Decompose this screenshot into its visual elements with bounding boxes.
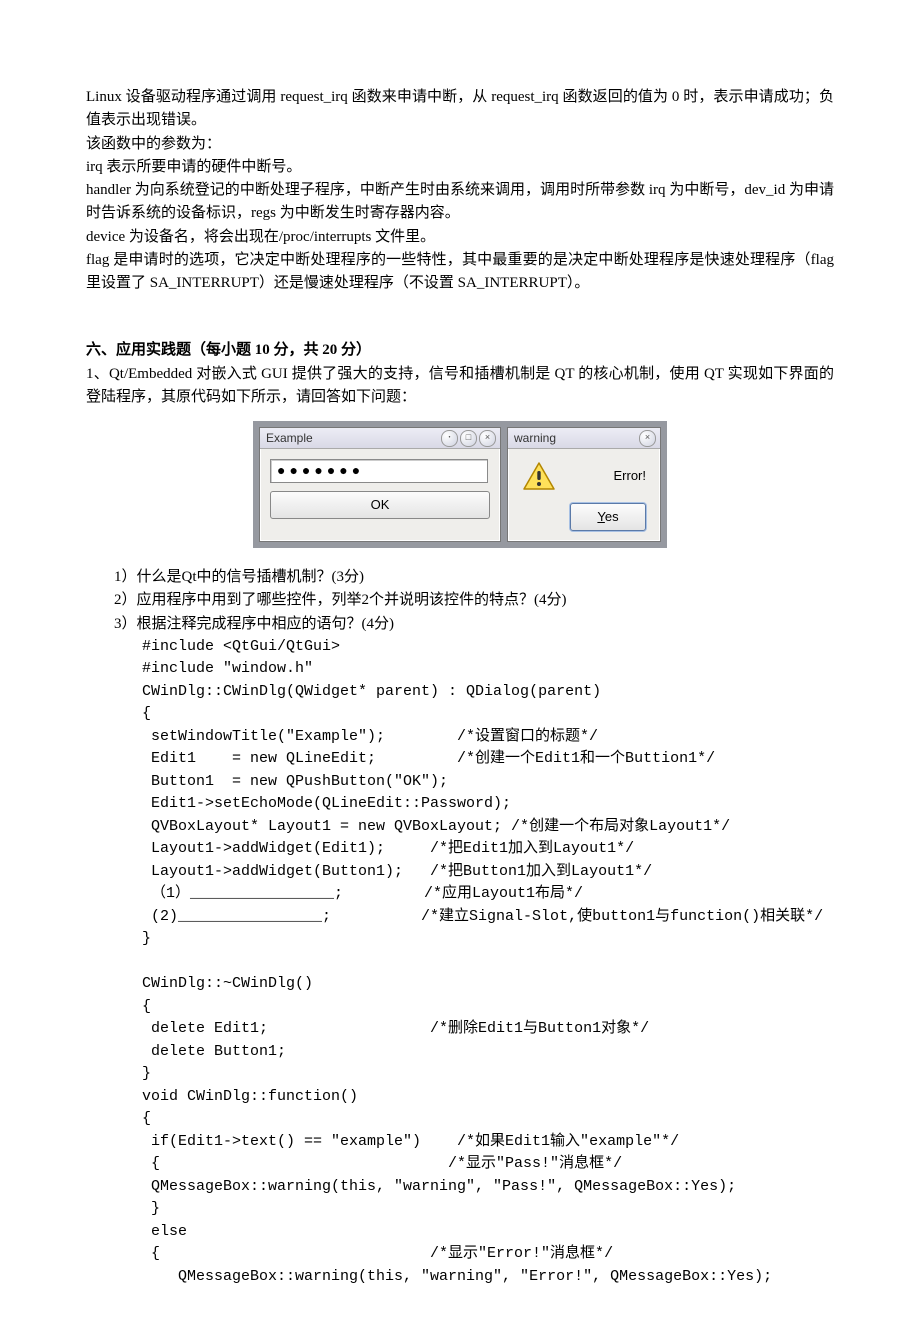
example-window: Example ･ □ × ●●●●●●● OK bbox=[259, 427, 501, 542]
warning-titlebar: warning × bbox=[508, 428, 660, 449]
warning-window: warning × Error! Yes bbox=[507, 427, 661, 542]
yes-button[interactable]: Yes bbox=[570, 503, 646, 531]
intro-p6: flag 是申请时的选项，它决定中断处理程序的一些特性，其中最重要的是决定中断处… bbox=[86, 249, 834, 296]
warning-title: warning bbox=[512, 429, 637, 448]
ok-button[interactable]: OK bbox=[270, 491, 490, 519]
example-title: Example bbox=[264, 429, 439, 448]
maximize-icon[interactable]: □ bbox=[460, 430, 477, 447]
q1-intro: 1、Qt/Embedded 对嵌入式 GUI 提供了强大的支持，信号和插槽机制是… bbox=[86, 363, 834, 410]
section-6-title: 六、应用实践题（每小题 10 分，共 20 分） bbox=[86, 339, 834, 362]
subq-3: 3）根据注释完成程序中相应的语句？(4分) bbox=[86, 613, 834, 636]
intro-p1: Linux 设备驱动程序通过调用 request_irq 函数来申请中断，从 r… bbox=[86, 86, 834, 133]
intro-p5: device 为设备名，将会出现在/proc/interrupts 文件里。 bbox=[86, 226, 834, 249]
subq-2: 2）应用程序中用到了哪些控件，列举2个并说明该控件的特点？(4分) bbox=[86, 589, 834, 612]
warning-close-icon[interactable]: × bbox=[639, 430, 656, 447]
subq-1: 1）什么是Qt中的信号插槽机制？(3分) bbox=[86, 566, 834, 589]
example-titlebar: Example ･ □ × bbox=[260, 428, 500, 449]
warning-triangle-icon bbox=[522, 461, 556, 491]
password-input[interactable]: ●●●●●●● bbox=[270, 459, 488, 483]
qt-screenshot: Example ･ □ × ●●●●●●● OK warning × bbox=[86, 421, 834, 548]
close-icon[interactable]: × bbox=[479, 430, 496, 447]
intro-p4: handler 为向系统登记的中断处理子程序，中断产生时由系统来调用，调用时所带… bbox=[86, 179, 834, 226]
intro-p3: irq 表示所要申请的硬件中断号。 bbox=[86, 156, 834, 179]
warning-message: Error! bbox=[570, 466, 646, 486]
code-listing: #include <QtGui/QtGui> #include "window.… bbox=[86, 636, 834, 1289]
minimize-icon[interactable]: ･ bbox=[441, 430, 458, 447]
intro-p2: 该函数中的参数为： bbox=[86, 133, 834, 156]
